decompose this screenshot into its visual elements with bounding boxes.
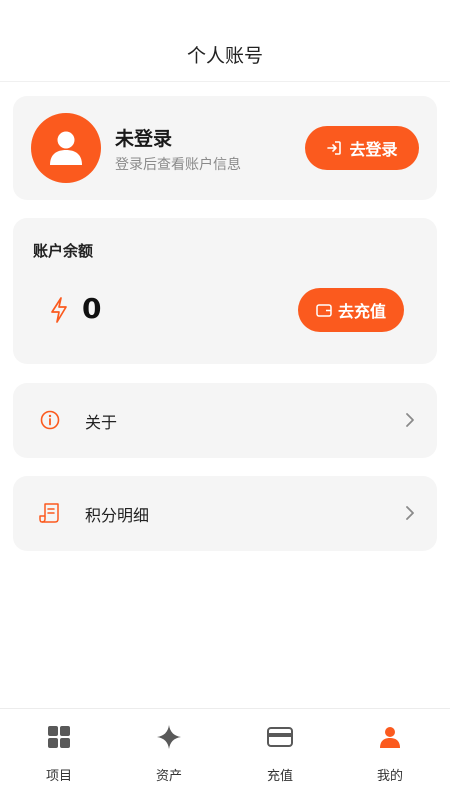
tab-projects[interactable]: 项目 xyxy=(19,723,99,789)
lightning-bolt-icon xyxy=(51,297,67,323)
menu-item-about[interactable]: 关于 xyxy=(13,383,437,458)
receipt-scroll-icon xyxy=(39,503,59,523)
user-subtitle: 登录后查看账户信息 xyxy=(115,157,241,173)
user-name: 未登录 xyxy=(115,128,173,150)
bottom-tab-bar: 项目 资产 充值 我的 xyxy=(0,708,450,800)
tab-label: 资产 xyxy=(155,769,182,784)
recharge-button-label: 去充值 xyxy=(337,302,386,321)
info-circle-icon xyxy=(40,410,60,430)
tab-mine[interactable]: 我的 xyxy=(350,723,430,789)
login-enter-icon xyxy=(327,141,342,155)
page-header: 个人账号 xyxy=(0,0,450,82)
balance-value: 0 xyxy=(82,292,102,325)
tab-label: 充值 xyxy=(266,769,293,784)
tab-recharge[interactable]: 充值 xyxy=(240,723,320,789)
menu-item-label: 积分明细 xyxy=(85,506,150,525)
balance-title: 账户余额 xyxy=(33,242,94,260)
page-title: 个人账号 xyxy=(186,45,263,67)
balance-card: 账户余额 0 去充值 xyxy=(13,218,437,364)
profile-card: 未登录 登录后查看账户信息 去登录 xyxy=(13,96,437,200)
avatar[interactable] xyxy=(31,113,101,183)
chevron-right-icon xyxy=(406,506,414,520)
login-button-label: 去登录 xyxy=(349,140,398,159)
menu-item-points-detail[interactable]: 积分明细 xyxy=(13,476,437,551)
user-avatar-icon xyxy=(50,131,82,165)
tab-label: 项目 xyxy=(45,769,72,784)
recharge-button[interactable]: 去充值 xyxy=(298,288,404,332)
sparkle-icon xyxy=(157,725,181,749)
grid-icon xyxy=(48,726,70,748)
tab-label: 我的 xyxy=(376,769,403,784)
login-button[interactable]: 去登录 xyxy=(305,126,419,170)
menu-item-label: 关于 xyxy=(85,413,118,432)
person-icon xyxy=(380,727,400,748)
wallet-icon xyxy=(316,304,332,317)
chevron-right-icon xyxy=(406,413,414,427)
tab-assets[interactable]: 资产 xyxy=(129,723,209,789)
card-icon xyxy=(267,727,293,747)
